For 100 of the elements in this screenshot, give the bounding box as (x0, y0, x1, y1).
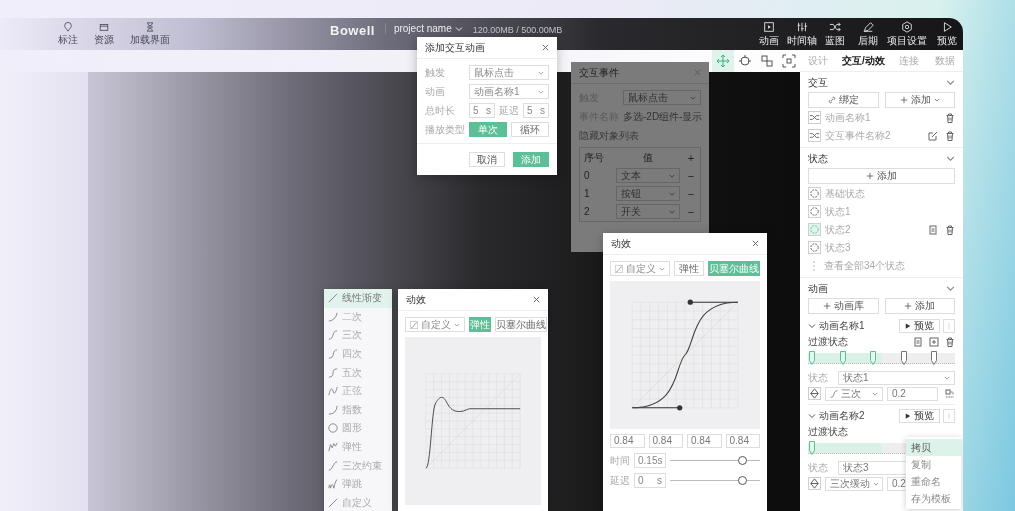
menu-item[interactable]: 存为模板 (906, 490, 961, 507)
dropdown[interactable]: 开关 (616, 204, 680, 219)
value-field[interactable]: 0.84 (725, 434, 760, 448)
easing-option[interactable]: 自定义 (324, 493, 392, 511)
toolbar-button[interactable]: 资源 (88, 21, 120, 47)
remove-row-button[interactable]: − (686, 169, 696, 182)
column-header: 序号 (584, 150, 605, 165)
toolbar-button[interactable]: 加载界面 (124, 21, 176, 47)
cancel-button[interactable]: 取消 (469, 152, 505, 167)
state-name[interactable]: 状态2 (825, 222, 921, 237)
project-dropdown[interactable]: project name (384, 23, 463, 34)
add-state-button[interactable]: 添加 (808, 168, 955, 184)
dialog-title: 动效 (406, 292, 426, 307)
easing-option[interactable]: 圆形 (324, 419, 392, 438)
animation-library-button[interactable]: 动画库 (808, 298, 879, 314)
mode-button[interactable]: 贝塞尔曲线 (495, 317, 547, 332)
row-index: 0 (584, 170, 591, 181)
preview-button[interactable]: 预览 (899, 318, 940, 333)
storage-usage: 120.00MB / 500.00MB (472, 24, 563, 35)
panel-tab[interactable]: 交互/动效 (836, 50, 891, 71)
toolbar-button[interactable]: 时间轴 (785, 20, 818, 48)
option-button[interactable]: 循环 (511, 122, 549, 137)
value-field[interactable]: 0.84 (610, 434, 645, 448)
toolbar-button[interactable]: 蓝图 (818, 20, 851, 48)
easing-option[interactable]: 线性渐变 (324, 289, 392, 308)
bind-button[interactable]: 绑定 (808, 92, 879, 108)
toolbar-button[interactable]: 动画 (752, 20, 785, 48)
dialog-title: 交互事件 (579, 65, 619, 80)
field-label: 播放类型 (425, 122, 465, 137)
view-all-link[interactable]: 查看全部34个状态 (824, 258, 955, 273)
toolbar-button[interactable]: 标注 (52, 21, 84, 47)
state-select[interactable]: 状态1 (838, 370, 955, 385)
field-label: 延迟 (610, 473, 630, 488)
mode-button[interactable]: 弹性 (674, 261, 704, 276)
event-name: 多选-2D组件-显示 (623, 109, 703, 124)
field-label: 时间 (610, 453, 630, 468)
transition-label: 过渡状态 (808, 424, 849, 439)
preset-dropdown[interactable]: 自定义 (610, 261, 670, 276)
mode-button[interactable]: 贝塞尔曲线 (708, 261, 760, 276)
easing-option[interactable]: 五次 (324, 363, 392, 382)
toolbar-button[interactable]: 项目设置 (884, 20, 930, 48)
section-title: 交互 (808, 75, 828, 90)
add-row-button[interactable]: + (686, 151, 696, 164)
toolbar-button[interactable]: 预览 (930, 20, 963, 48)
menu-item[interactable]: 重命名 (906, 473, 961, 490)
row-index: 2 (584, 206, 591, 217)
preview-button[interactable]: 预览 (899, 408, 940, 423)
panel-tab[interactable]: 数据 (926, 50, 963, 71)
interaction-name[interactable]: 动画名称1 (825, 110, 938, 125)
option-button[interactable]: 单次 (469, 122, 507, 137)
dialog-title: 动效 (611, 236, 631, 251)
number-field[interactable]: 5 s (523, 103, 549, 118)
state-name[interactable]: 基础状态 (825, 186, 955, 201)
add-button[interactable]: 添加 (513, 152, 549, 167)
dropdown[interactable]: 鼠标点击 (469, 65, 549, 80)
dropdown[interactable]: 鼠标点击 (623, 90, 701, 105)
easing-select[interactable]: 三次缓动 (825, 476, 883, 491)
field-label: 动画 (425, 84, 446, 99)
dropdown[interactable]: 按钮 (616, 186, 680, 201)
field-label: 状态 (808, 460, 829, 475)
number-field[interactable]: 5 s (469, 103, 495, 118)
row-index: 1 (584, 188, 591, 199)
number-field[interactable]: 0.15s (634, 453, 666, 468)
easing-option[interactable]: 弹性 (324, 437, 392, 457)
easing-option[interactable]: 三次约束 (324, 456, 392, 475)
dropdown[interactable]: 动画名称1 (469, 84, 549, 99)
panel-tab[interactable]: 设计 (800, 50, 837, 71)
value-field[interactable]: 0.84 (687, 434, 722, 448)
easing-option[interactable]: 三次 (324, 326, 392, 345)
preset-dropdown[interactable]: 自定义 (405, 317, 465, 332)
section-title: 动画 (808, 281, 828, 296)
transition-label: 过渡状态 (808, 334, 849, 349)
add-button[interactable]: 添加 (884, 298, 955, 314)
toolbar-button[interactable]: 后期 (851, 20, 884, 48)
field-label: 总时长 (425, 103, 456, 118)
value-field[interactable]: 0.2 (887, 386, 938, 401)
easing-select[interactable]: 三次 (825, 386, 883, 401)
field-label: 延迟 (499, 103, 519, 118)
remove-row-button[interactable]: − (686, 205, 696, 218)
easing-option[interactable]: 四次 (324, 344, 392, 364)
mode-button[interactable]: 弹性 (469, 317, 491, 332)
value-field[interactable]: 0.84 (648, 434, 683, 448)
animation-name: 动画名称1 (819, 318, 866, 333)
menu-item[interactable]: 拷贝 (906, 439, 961, 456)
section-title: 状态 (808, 151, 828, 166)
field-label: 状态 (808, 370, 829, 385)
interaction-name[interactable]: 交互事件名称2 (825, 128, 921, 143)
easing-option[interactable]: 弹跳 (324, 474, 392, 494)
add-button[interactable]: 添加 (884, 92, 955, 108)
number-field[interactable]: 0 s (634, 473, 666, 488)
dropdown[interactable]: 文本 (616, 168, 680, 183)
easing-option[interactable]: 正弦 (324, 381, 392, 401)
easing-option[interactable]: 指数 (324, 400, 392, 420)
field-label: 触发 (425, 65, 446, 80)
animation-name: 动画名称2 (819, 408, 866, 423)
state-name[interactable]: 状态3 (825, 240, 955, 255)
dialog-title: 添加交互动画 (425, 40, 485, 55)
remove-row-button[interactable]: − (686, 187, 696, 200)
panel-tab[interactable]: 连接 (890, 50, 927, 71)
state-name[interactable]: 状态1 (825, 204, 955, 219)
